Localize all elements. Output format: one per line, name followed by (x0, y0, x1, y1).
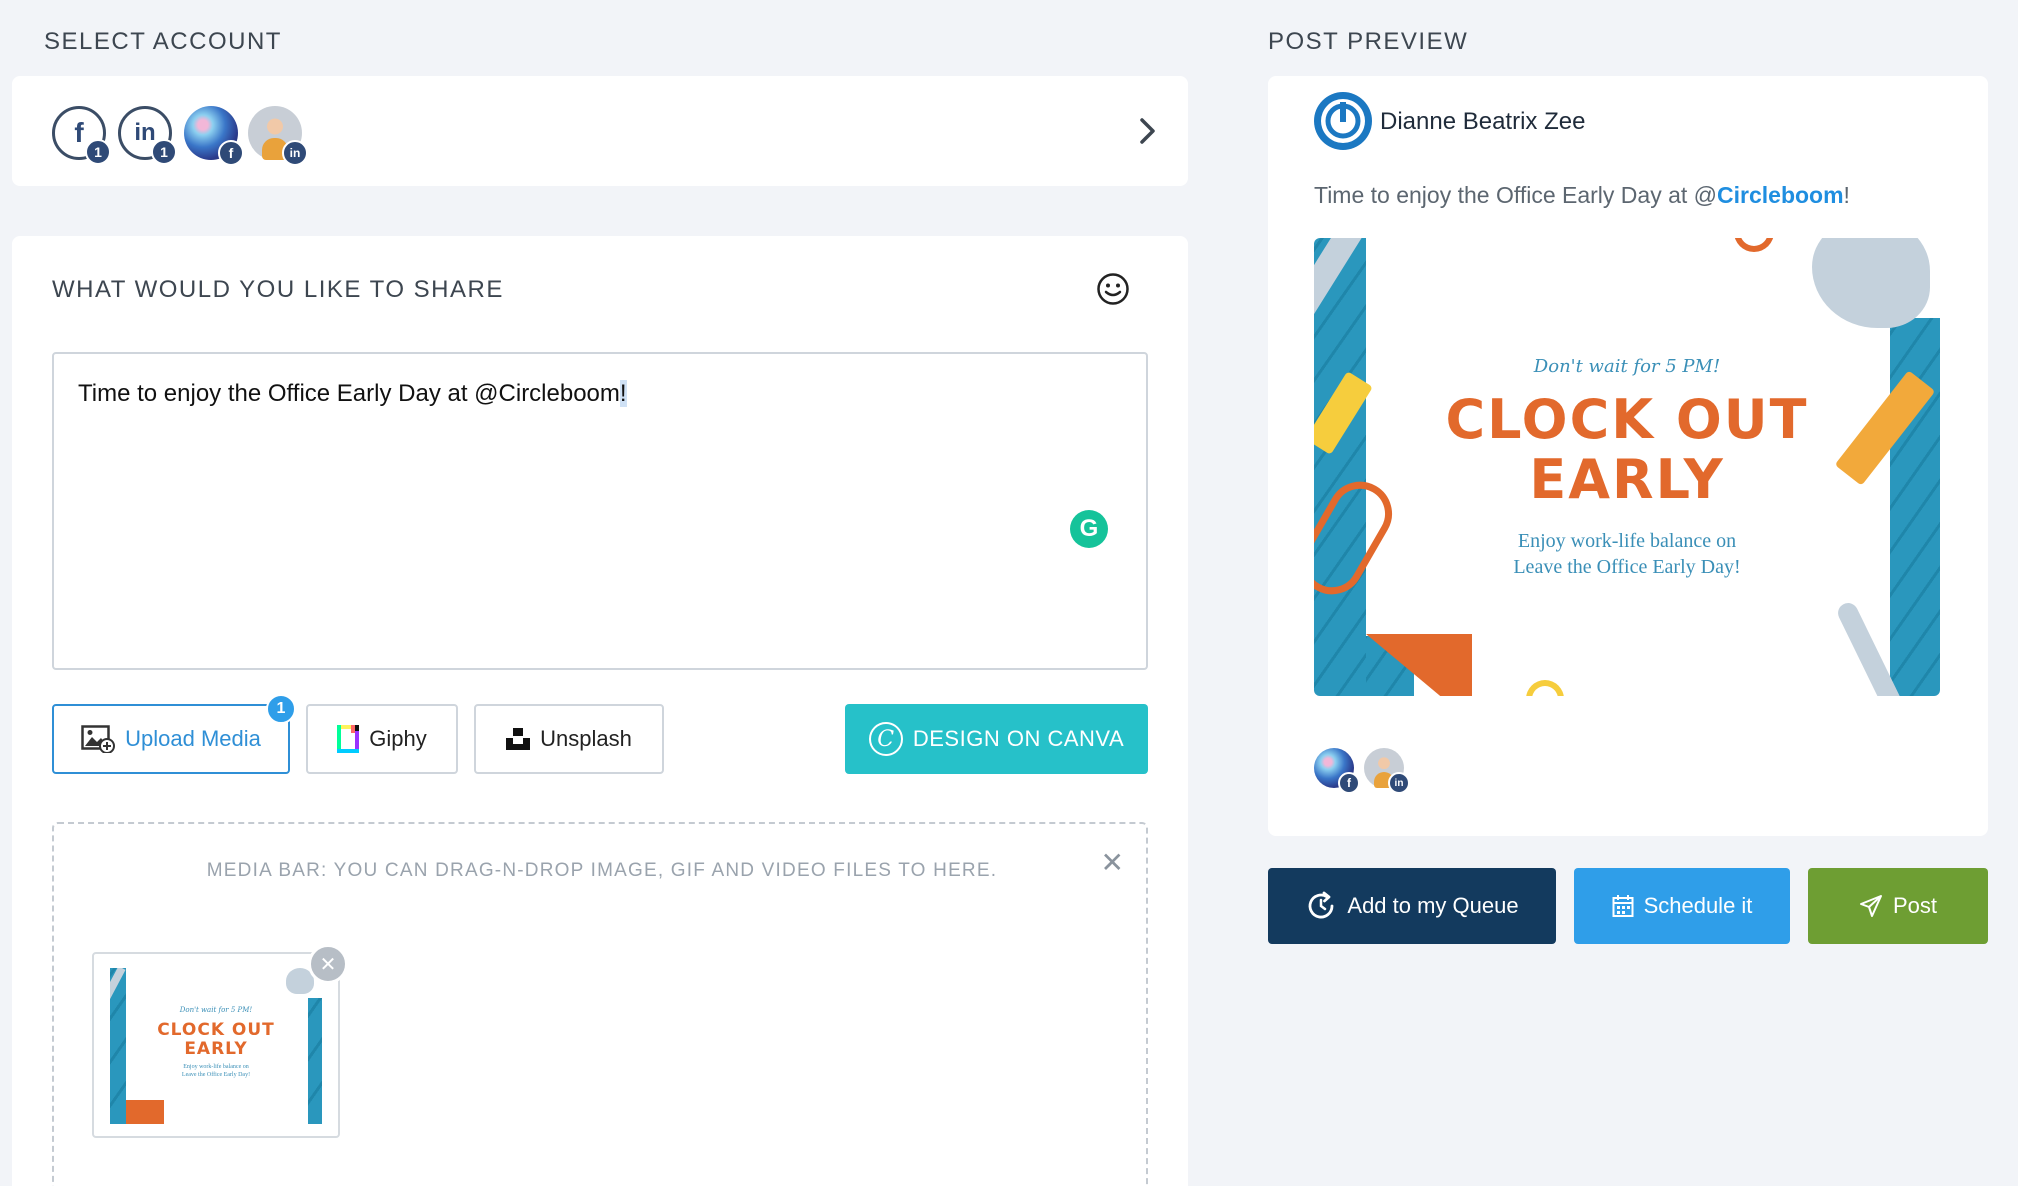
linkedin-account-icon[interactable]: in 1 (118, 106, 177, 165)
select-account-title: SELECT ACCOUNT (44, 28, 282, 55)
post-button[interactable]: Post (1808, 868, 1988, 944)
post-preview-title: POST PREVIEW (1268, 28, 1469, 55)
poster-sub-2: Leave the Office Early Day! (1513, 556, 1741, 578)
upload-count-badge: 1 (266, 694, 296, 724)
post-text: Time to enjoy the Office Early Day at @C… (78, 380, 620, 407)
account-selector-card[interactable]: f 1 in 1 f in (12, 76, 1188, 186)
page-avatar[interactable]: f (184, 106, 244, 166)
media-drop-zone[interactable]: MEDIA BAR: YOU CAN DRAG-N-DROP IMAGE, GI… (52, 822, 1148, 1186)
account-count-badge: 1 (151, 139, 177, 165)
account-count-badge: 1 (85, 139, 111, 165)
preview-image: Don't wait for 5 PM! CLOCK OUT EARLY Enj… (1314, 238, 1940, 696)
media-thumbnail[interactable]: Don't wait for 5 PM! CLOCK OUT EARLY Enj… (92, 944, 348, 1138)
mention-link[interactable]: Circleboom (1717, 182, 1844, 208)
design-on-canva-button[interactable]: C DESIGN ON CANVA (845, 704, 1148, 774)
media-bar-hint: MEDIA BAR: YOU CAN DRAG-N-DROP IMAGE, GI… (206, 860, 998, 881)
preview-person-avatar: in (1364, 748, 1410, 794)
text-cursor-selection: ! (619, 380, 627, 407)
upload-media-button[interactable]: Upload Media 1 (52, 694, 296, 774)
facebook-badge-icon: f (218, 140, 244, 166)
image-upload-icon (81, 725, 116, 753)
unsplash-icon (506, 728, 531, 750)
chevron-right-icon[interactable] (1136, 116, 1160, 146)
giphy-button[interactable]: Giphy (306, 704, 458, 774)
add-to-queue-button[interactable]: Add to my Queue (1268, 868, 1556, 944)
linkedin-badge-icon: in (1388, 772, 1410, 794)
poster-headline-2: EARLY (1529, 448, 1725, 511)
send-icon (1859, 894, 1883, 918)
grammarly-icon[interactable]: G (1070, 510, 1108, 548)
facebook-badge-icon: f (1338, 772, 1360, 794)
unsplash-button[interactable]: Unsplash (474, 704, 664, 774)
composer-card: WHAT WOULD YOU LIKE TO SHARE Time to enj… (12, 236, 1188, 1186)
preview-text: Time to enjoy the Office Early Day at @C… (1314, 182, 1850, 208)
emoji-icon[interactable] (1096, 272, 1130, 306)
linkedin-badge-icon: in (282, 140, 308, 166)
poster-sub-1: Enjoy work-life balance on (1517, 530, 1737, 552)
poster-headline-1: CLOCK OUT (1445, 388, 1809, 451)
post-preview-card: Dianne Beatrix Zee Time to enjoy the Off… (1268, 76, 1988, 836)
preview-page-avatar: f (1314, 748, 1360, 794)
giphy-icon (337, 725, 360, 753)
canva-icon: C (868, 722, 903, 756)
poster-tagline: Don't wait for 5 PM! (1533, 356, 1721, 377)
remove-media-icon[interactable]: ✕ (308, 944, 348, 984)
calendar-icon (1612, 894, 1634, 918)
composer-title: WHAT WOULD YOU LIKE TO SHARE (52, 276, 504, 303)
queue-refresh-icon (1305, 890, 1337, 922)
person-avatar[interactable]: in (248, 106, 308, 166)
close-media-bar-icon[interactable]: ✕ (1101, 846, 1124, 879)
author-avatar (1314, 92, 1372, 150)
author-name: Dianne Beatrix Zee (1380, 108, 1586, 135)
schedule-button[interactable]: Schedule it (1574, 868, 1790, 944)
thumbnail-image: Don't wait for 5 PM! CLOCK OUT EARLY Enj… (110, 968, 322, 1124)
facebook-account-icon[interactable]: f 1 (52, 106, 111, 165)
post-text-input[interactable]: Time to enjoy the Office Early Day at @C… (52, 352, 1148, 670)
